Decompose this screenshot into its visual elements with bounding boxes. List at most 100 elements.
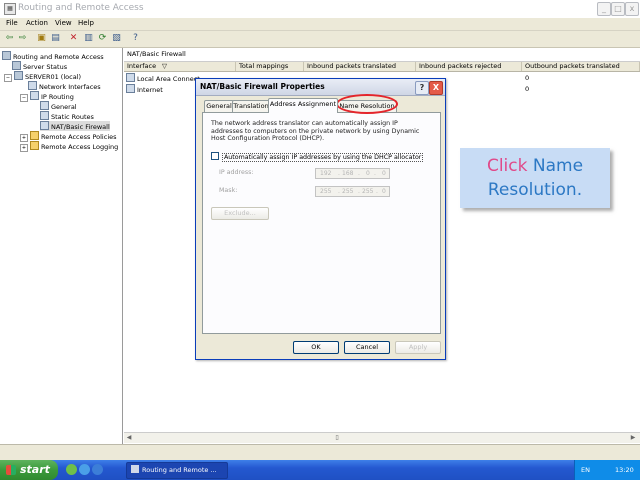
column-outbound-translated[interactable]: Outbound packets translated <box>522 62 640 71</box>
window-title-bar: ▦ Routing and Remote Access _ □ x <box>0 0 640 18</box>
callout-text: Click Name Resolution. <box>460 154 610 202</box>
scroll-left-icon[interactable]: ◀ <box>124 433 134 443</box>
column-inbound-rejected[interactable]: Inbound packets rejected <box>416 62 522 71</box>
rras-icon <box>131 465 139 473</box>
octet: 255 <box>320 188 332 195</box>
column-header-row: Interface ▽ Total mappings Inbound packet… <box>124 61 640 72</box>
mask-field[interactable]: 255. 255. 255. 0 <box>315 186 390 197</box>
dhcp-checkbox[interactable] <box>211 152 219 160</box>
delete-icon[interactable]: ✕ <box>68 33 79 44</box>
help-button[interactable]: ? <box>415 81 429 95</box>
tree-label: Network Interfaces <box>39 83 101 91</box>
collapse-icon[interactable]: − <box>20 94 28 102</box>
scroll-thumb-icon[interactable]: ▯ <box>332 433 342 443</box>
interface-name: Internet <box>137 86 163 94</box>
menu-help[interactable]: Help <box>78 19 94 27</box>
tree-item-network-interfaces[interactable]: Network Interfaces <box>28 81 101 91</box>
column-label: Interface <box>127 62 157 70</box>
clock: 13:20 <box>615 466 634 474</box>
network-interface-icon <box>126 84 135 93</box>
ok-button[interactable]: OK <box>293 341 339 354</box>
properties-icon[interactable]: ▥ <box>83 33 94 44</box>
exclude-button[interactable]: Exclude... <box>211 207 269 220</box>
windows-logo-icon <box>6 465 16 475</box>
tree-label: Remote Access Policies <box>41 133 117 141</box>
interface-cell: Local Area Connect <box>126 73 200 84</box>
octet: 0 <box>382 170 386 177</box>
octet: 0 <box>366 170 370 177</box>
tree-item-root[interactable]: Routing and Remote Access <box>2 51 104 61</box>
tab-strip: General Translation Address Assignment N… <box>202 98 442 113</box>
pane-title: NAT/Basic Firewall <box>127 50 186 58</box>
network-icon <box>28 81 37 90</box>
tab-panel: The network address translator can autom… <box>202 112 441 334</box>
refresh-icon[interactable]: ⟳ <box>97 33 108 44</box>
tree-label: NAT/Basic Firewall <box>51 123 110 131</box>
description-text: The network address translator can autom… <box>211 120 420 142</box>
show-desktop-icon[interactable] <box>66 464 77 475</box>
tree-label: IP Routing <box>41 93 74 101</box>
column-inbound-translated[interactable]: Inbound packets translated <box>304 62 416 71</box>
tree-item-general[interactable]: General <box>40 101 77 111</box>
routing-icon <box>30 91 39 100</box>
browser-icon[interactable] <box>79 464 90 475</box>
task-label: Routing and Remote ... <box>142 466 217 474</box>
dialog-title: NAT/Basic Firewall Properties <box>200 82 325 91</box>
tree-item-static-routes[interactable]: Static Routes <box>40 111 94 121</box>
taskbar-item-rras[interactable]: Routing and Remote ... <box>126 462 228 479</box>
column-interface[interactable]: Interface ▽ <box>124 62 236 71</box>
server-icon <box>2 51 11 60</box>
menu-action[interactable]: Action <box>26 19 48 27</box>
scroll-right-icon[interactable]: ▶ <box>628 433 638 443</box>
instruction-callout: Click Name Resolution. <box>460 148 610 208</box>
console-tree: Routing and Remote Access Server Status … <box>0 48 123 444</box>
maximize-button[interactable]: □ <box>611 2 625 16</box>
octet: 0 <box>382 188 386 195</box>
dhcp-checkbox-row[interactable]: Automatically assign IP addresses by usi… <box>211 152 424 162</box>
dialog-title-bar: NAT/Basic Firewall Properties ? X <box>196 79 445 96</box>
start-button[interactable]: start <box>0 460 58 480</box>
computer-icon <box>14 71 23 80</box>
minimize-button[interactable]: _ <box>597 2 611 16</box>
show-hide-tree-icon[interactable]: ▤ <box>50 33 61 44</box>
apply-button[interactable]: Apply <box>395 341 441 354</box>
mask-label: Mask: <box>219 187 238 194</box>
menu-view[interactable]: View <box>55 19 72 27</box>
back-arrow-icon[interactable]: ⇦ <box>4 33 15 44</box>
tree-item-server-status[interactable]: Server Status <box>12 61 67 71</box>
network-interface-icon <box>126 73 135 82</box>
ip-address-field[interactable]: 192. 168. 0. 0 <box>315 168 390 179</box>
column-total-mappings[interactable]: Total mappings <box>236 62 304 71</box>
app-icon: ▦ <box>4 3 16 15</box>
tree-label: Routing and Remote Access <box>13 53 104 61</box>
collapse-icon[interactable]: − <box>4 74 12 82</box>
tree-item-nat-firewall[interactable]: NAT/Basic Firewall <box>40 121 110 131</box>
horizontal-scrollbar[interactable]: ◀ ▯ ▶ <box>124 432 640 443</box>
tree-label: Remote Access Logging <box>41 143 119 151</box>
status-bar <box>0 444 640 461</box>
menu-file[interactable]: File <box>6 19 18 27</box>
callout-target-line2: Resolution. <box>487 180 583 200</box>
tree-item-remote-access-logging[interactable]: + Remote Access Logging <box>20 141 118 152</box>
tree-label: Static Routes <box>51 113 94 121</box>
help-icon[interactable]: ? <box>130 33 141 44</box>
highlight-oval <box>336 94 398 114</box>
tab-translation[interactable]: Translation <box>232 100 270 112</box>
system-tray: EN 13:20 <box>574 460 640 480</box>
dialog-close-button[interactable]: X <box>429 81 443 95</box>
general-icon <box>40 101 49 110</box>
close-button[interactable]: x <box>625 2 639 16</box>
export-list-icon[interactable]: ▧ <box>111 33 122 44</box>
cancel-button[interactable]: Cancel <box>344 341 390 354</box>
policy-icon <box>30 131 39 140</box>
status-icon <box>12 61 21 70</box>
static-routes-icon <box>40 111 49 120</box>
callout-action: Click <box>486 156 528 176</box>
tab-general[interactable]: General <box>204 100 234 112</box>
media-player-icon[interactable] <box>92 464 103 475</box>
expand-icon[interactable]: + <box>20 144 28 152</box>
tab-address-assignment[interactable]: Address Assignment <box>268 98 338 113</box>
forward-arrow-icon[interactable]: ⇨ <box>17 33 28 44</box>
up-folder-icon[interactable]: ▣ <box>36 33 47 44</box>
language-indicator[interactable]: EN <box>581 466 590 474</box>
